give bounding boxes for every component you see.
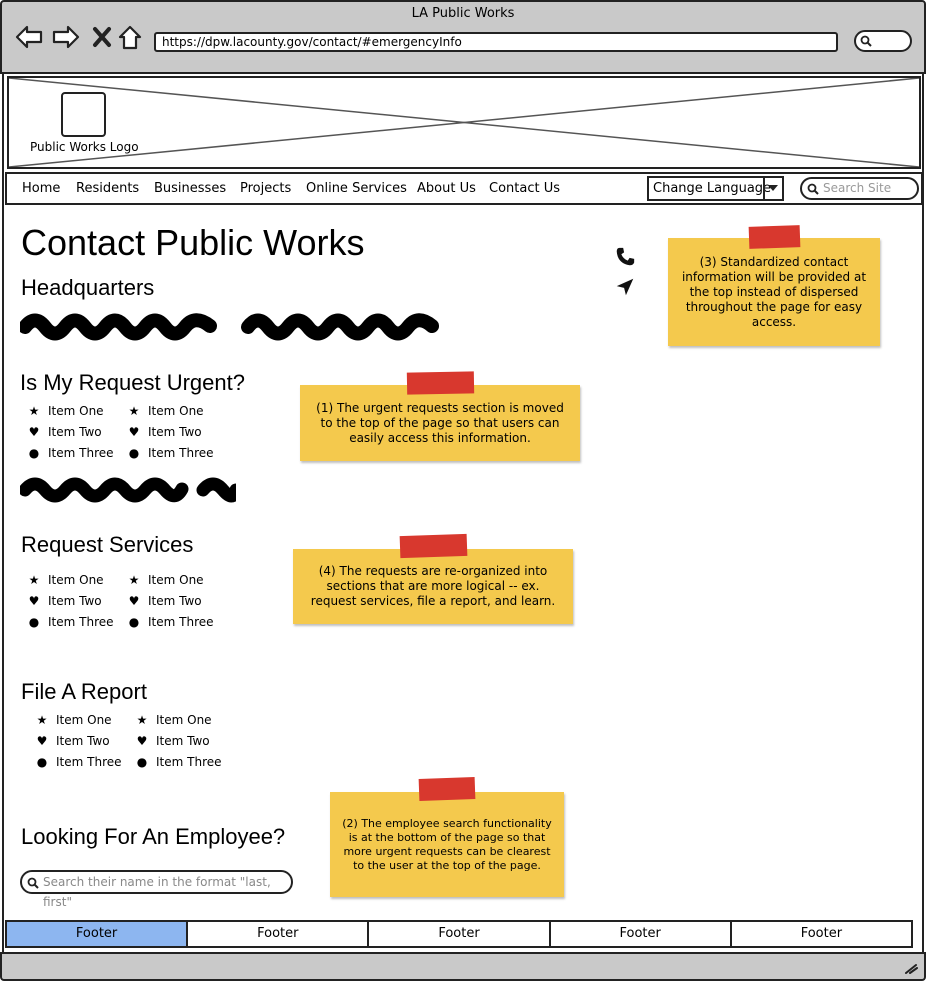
file-report-item-4[interactable]: ★ Item One (135, 712, 212, 728)
request-services-item-5[interactable]: ♥ Item Two (127, 593, 202, 609)
urgent-item-2[interactable]: ♥ Item Two (27, 424, 102, 440)
footer-bar: Footer Footer Footer Footer Footer (5, 920, 913, 948)
star-icon: ★ (128, 573, 140, 587)
sticky-note-2: (2) The employee search functionality is… (330, 792, 564, 897)
star-icon: ★ (28, 404, 40, 418)
star-icon: ★ (28, 573, 40, 587)
location-arrow-icon (616, 278, 634, 296)
footer-link-4[interactable]: Footer (550, 922, 732, 946)
circle-icon: ● (28, 615, 40, 629)
request-services-item-6[interactable]: ● Item Three (127, 614, 214, 630)
header-banner-placeholder (7, 76, 921, 169)
window-title: LA Public Works (411, 6, 515, 21)
urgent-heading: Is My Request Urgent? (20, 370, 245, 395)
url-bar[interactable]: https://dpw.lacounty.gov/contact/#emerge… (154, 32, 838, 52)
footer-link-3[interactable]: Footer (369, 922, 551, 946)
footer-link-5[interactable]: Footer (731, 922, 912, 946)
close-icon[interactable] (88, 22, 118, 52)
sticky-note-tape (406, 371, 475, 395)
urgent-item-6[interactable]: ● Item Three (127, 445, 214, 461)
redacted-text-scribble (20, 313, 439, 341)
footer-link-1[interactable]: Footer (7, 922, 189, 946)
sticky-note-tape (399, 533, 468, 559)
file-report-heading: File A Report (21, 679, 147, 704)
sticky-note-tape (418, 777, 476, 801)
request-services-item-1[interactable]: ★ Item One (27, 572, 104, 588)
sticky-note-1: (1) The urgent requests section is moved… (300, 385, 580, 461)
browser-status-bar (0, 952, 926, 981)
employee-search-input[interactable]: Search their name in the format "last, f… (20, 870, 293, 909)
site-search-placeholder: Search Site (823, 181, 892, 195)
chevron-down-icon[interactable] (763, 178, 782, 199)
urgent-item-5[interactable]: ♥ Item Two (127, 424, 202, 440)
star-icon: ★ (36, 713, 48, 727)
request-services-heading: Request Services (21, 532, 194, 557)
nav-online-services[interactable]: Online Services (306, 181, 407, 196)
search-icon (27, 877, 39, 889)
employee-heading: Looking For An Employee? (21, 824, 286, 849)
redacted-text-scribble (20, 477, 236, 503)
circle-icon: ● (128, 615, 140, 629)
heart-icon: ♥ (28, 425, 40, 439)
request-services-item-2[interactable]: ♥ Item Two (27, 593, 102, 609)
urgent-item-1[interactable]: ★ Item One (27, 403, 104, 419)
file-report-item-2[interactable]: ♥ Item Two (35, 733, 110, 749)
page-title: Contact Public Works (21, 222, 365, 263)
language-select-label: Change Language (653, 181, 772, 196)
file-report-item-1[interactable]: ★ Item One (35, 712, 112, 728)
forward-arrow-icon[interactable] (51, 22, 81, 52)
image-placeholder-icon (9, 78, 919, 167)
headquarters-heading: Headquarters (21, 275, 155, 300)
resize-handle-icon[interactable] (904, 962, 918, 974)
browser-search-button[interactable] (854, 30, 912, 52)
nav-businesses[interactable]: Businesses (154, 181, 226, 196)
search-icon (807, 183, 819, 195)
circle-icon: ● (36, 755, 48, 769)
home-icon[interactable] (116, 22, 146, 52)
nav-projects[interactable]: Projects (240, 181, 291, 196)
sticky-note-tape (748, 225, 801, 249)
nav-home[interactable]: Home (22, 181, 60, 196)
request-services-item-4[interactable]: ★ Item One (127, 572, 204, 588)
sticky-note-3: (3) Standardized contact information wil… (668, 238, 880, 346)
file-report-item-3[interactable]: ● Item Three (35, 754, 122, 770)
file-report-item-5[interactable]: ♥ Item Two (135, 733, 210, 749)
urgent-item-3[interactable]: ● Item Three (27, 445, 114, 461)
circle-icon: ● (136, 755, 148, 769)
heart-icon: ♥ (128, 425, 140, 439)
urgent-item-4[interactable]: ★ Item One (127, 403, 204, 419)
site-search-input[interactable]: Search Site (800, 177, 919, 200)
file-report-item-6[interactable]: ● Item Three (135, 754, 222, 770)
footer-link-2[interactable]: Footer (188, 922, 370, 946)
circle-icon: ● (128, 446, 140, 460)
back-arrow-icon[interactable] (14, 22, 44, 52)
logo-label: Public Works Logo (30, 140, 139, 154)
request-services-item-3[interactable]: ● Item Three (27, 614, 114, 630)
nav-contact-us[interactable]: Contact Us (489, 181, 560, 196)
heart-icon: ♥ (36, 734, 48, 748)
heart-icon: ♥ (136, 734, 148, 748)
logo-image[interactable] (61, 92, 106, 137)
circle-icon: ● (28, 446, 40, 460)
sticky-note-4: (4) The requests are re-organized into s… (293, 549, 573, 624)
phone-icon (616, 247, 635, 266)
language-select[interactable]: Change Language (647, 176, 784, 201)
star-icon: ★ (128, 404, 140, 418)
star-icon: ★ (136, 713, 148, 727)
heart-icon: ♥ (28, 594, 40, 608)
nav-residents[interactable]: Residents (76, 181, 139, 196)
heart-icon: ♥ (128, 594, 140, 608)
search-icon (860, 35, 872, 47)
nav-about-us[interactable]: About Us (417, 181, 476, 196)
